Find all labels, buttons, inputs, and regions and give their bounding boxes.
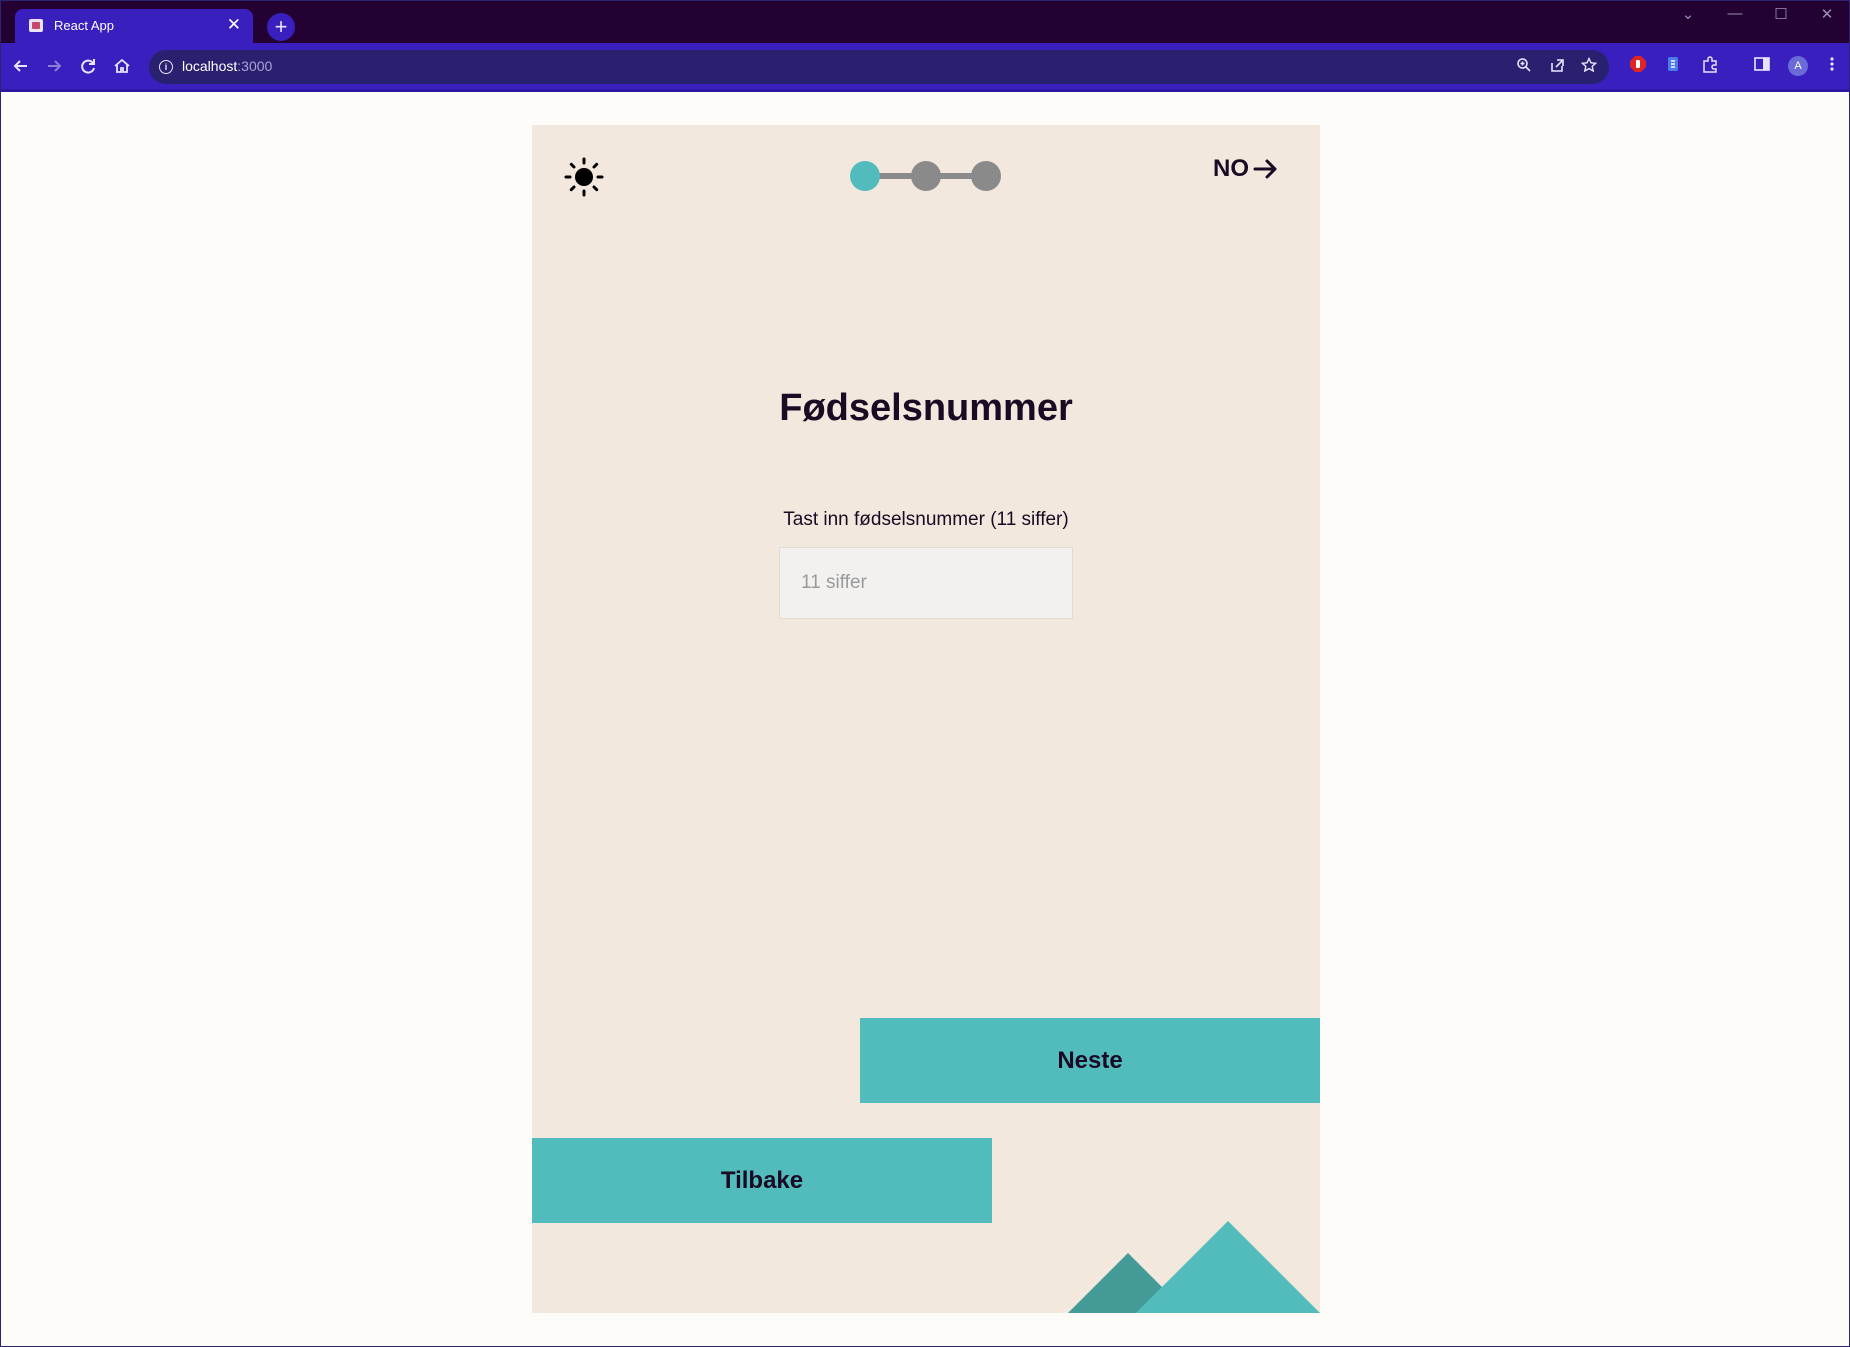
step-3-dot	[971, 161, 1001, 191]
back-button[interactable]: Tilbake	[532, 1138, 992, 1223]
language-label: NO	[1213, 155, 1249, 182]
site-info-icon[interactable]: i	[159, 60, 173, 74]
new-tab-button[interactable]: +	[267, 13, 295, 41]
react-favicon-icon	[29, 19, 43, 32]
ssn-input[interactable]	[779, 547, 1073, 619]
tab-close-icon[interactable]: ✕	[227, 15, 241, 35]
home-icon[interactable]	[111, 55, 133, 77]
language-switch[interactable]: NO	[1213, 155, 1279, 183]
browser-window: React App ✕ + ⌄ — ☐ ✕ i localhost:3000 A…	[0, 0, 1850, 1347]
mountains-decoration	[1068, 1221, 1320, 1313]
address-bar[interactable]: i localhost:3000	[149, 50, 1609, 84]
page-title: Fødselsnummer	[779, 387, 1073, 429]
maximize-icon[interactable]: ☐	[1761, 5, 1801, 23]
arrow-right-icon	[1253, 159, 1277, 179]
side-panel-icon[interactable]	[1751, 55, 1773, 77]
extensions-puzzle-icon[interactable]	[1699, 55, 1721, 77]
profile-avatar[interactable]: A	[1788, 56, 1808, 76]
tab-react-app[interactable]: React App ✕	[15, 9, 253, 43]
zoom-icon[interactable]	[1514, 57, 1534, 78]
step-1-dot	[850, 161, 880, 191]
ssn-field-label: Tast inn fødselsnummer (11 siffer)	[783, 509, 1069, 530]
reload-icon[interactable]	[77, 55, 99, 77]
back-icon[interactable]	[10, 55, 32, 77]
menu-kebab-icon[interactable]	[1821, 55, 1843, 77]
progress-stepper	[850, 160, 1002, 192]
app-card: NO Fødselsnummer Tast inn fødselsnummer …	[532, 125, 1320, 1313]
browser-toolbar: i localhost:3000 A	[1, 43, 1849, 92]
share-icon[interactable]	[1547, 57, 1567, 78]
window-close-icon[interactable]: ✕	[1807, 5, 1847, 23]
forward-icon[interactable]	[43, 55, 65, 77]
url-text: localhost:3000	[182, 58, 273, 74]
next-button[interactable]: Neste	[860, 1018, 1320, 1103]
tab-strip: React App ✕ + ⌄ — ☐ ✕	[1, 1, 1849, 43]
step-2-dot	[911, 161, 941, 191]
theme-toggle-sun-icon[interactable]	[564, 157, 604, 197]
tab-title: React App	[54, 18, 114, 33]
extension-icon[interactable]	[1662, 55, 1684, 77]
bookmark-star-icon[interactable]	[1579, 56, 1599, 78]
minimize-icon[interactable]: —	[1715, 5, 1755, 22]
adblock-extension-icon[interactable]	[1627, 55, 1649, 77]
tab-search-icon[interactable]: ⌄	[1668, 5, 1708, 23]
